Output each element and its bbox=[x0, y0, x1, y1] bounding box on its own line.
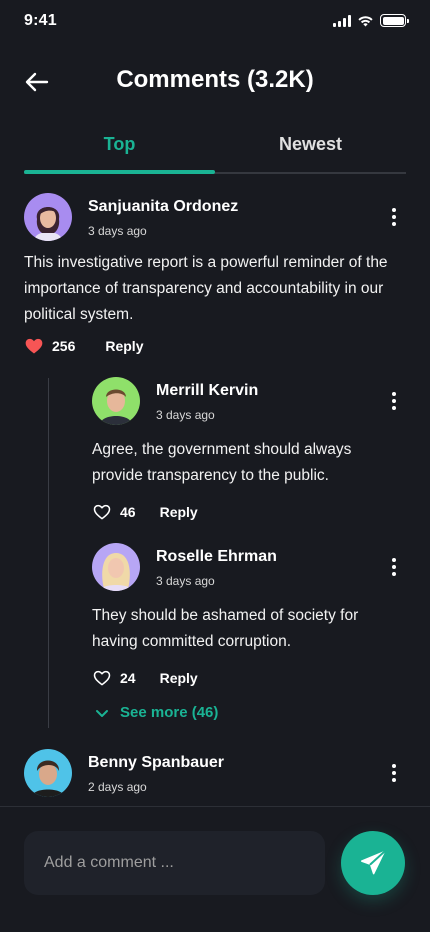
more-options-icon[interactable] bbox=[384, 555, 404, 579]
header: Comments (3.2K) bbox=[0, 56, 430, 106]
avatar[interactable] bbox=[92, 543, 140, 591]
comment-time: 3 days ago bbox=[156, 408, 215, 422]
more-options-icon[interactable] bbox=[384, 205, 404, 229]
commenter-name[interactable]: Roselle Ehrman bbox=[156, 548, 277, 566]
send-button[interactable] bbox=[341, 831, 405, 895]
heart-outline-icon[interactable] bbox=[92, 502, 112, 522]
tab-top[interactable]: Top bbox=[24, 124, 215, 174]
page-title: Comments (3.2K) bbox=[116, 66, 314, 93]
avatar[interactable] bbox=[92, 377, 140, 425]
heart-filled-icon[interactable] bbox=[24, 336, 44, 356]
comment-text: This investigative report is a powerful … bbox=[24, 254, 388, 323]
like-count: 256 bbox=[52, 338, 76, 354]
comment-actions: 46 Reply bbox=[92, 501, 198, 523]
battery-icon bbox=[380, 14, 409, 27]
more-options-icon[interactable] bbox=[384, 761, 404, 785]
status-time: 9:41 bbox=[24, 12, 57, 29]
tab-bar: Top Newest bbox=[24, 124, 406, 174]
comment-text: Agree, the government should always prov… bbox=[92, 441, 352, 484]
commenter-name[interactable]: Benny Spanbauer bbox=[88, 754, 224, 772]
comment-time: 3 days ago bbox=[88, 224, 147, 238]
commenter-name[interactable]: Sanjuanita Ordonez bbox=[88, 198, 238, 216]
reply-button[interactable]: Reply bbox=[160, 504, 198, 520]
thread-line bbox=[48, 378, 49, 728]
comment-actions: 256 Reply bbox=[24, 335, 143, 357]
avatar[interactable] bbox=[24, 749, 72, 797]
wifi-icon bbox=[358, 15, 373, 26]
commenter-name[interactable]: Merrill Kervin bbox=[156, 382, 258, 400]
signal-icon bbox=[333, 14, 351, 27]
like-count: 24 bbox=[120, 670, 136, 686]
tab-newest[interactable]: Newest bbox=[215, 124, 406, 172]
chevron-down-icon bbox=[96, 709, 108, 717]
comment-input[interactable] bbox=[24, 831, 325, 895]
comment-time: 2 days ago bbox=[88, 780, 147, 794]
divider bbox=[0, 806, 430, 807]
comment-text: They should be ashamed of society for ha… bbox=[92, 607, 359, 650]
send-icon bbox=[361, 850, 386, 875]
comment-time: 3 days ago bbox=[156, 574, 215, 588]
status-icons bbox=[333, 14, 409, 27]
see-more-button[interactable]: See more (46) bbox=[94, 704, 218, 721]
comment-actions: 24 Reply bbox=[92, 667, 198, 689]
see-more-label: See more (46) bbox=[120, 704, 219, 721]
reply-button[interactable]: Reply bbox=[105, 338, 143, 354]
avatar[interactable] bbox=[24, 193, 72, 241]
reply-button[interactable]: Reply bbox=[160, 670, 198, 686]
status-bar: 9:41 bbox=[0, 0, 430, 44]
more-options-icon[interactable] bbox=[384, 389, 404, 413]
like-count: 46 bbox=[120, 504, 136, 520]
heart-outline-icon[interactable] bbox=[92, 668, 112, 688]
